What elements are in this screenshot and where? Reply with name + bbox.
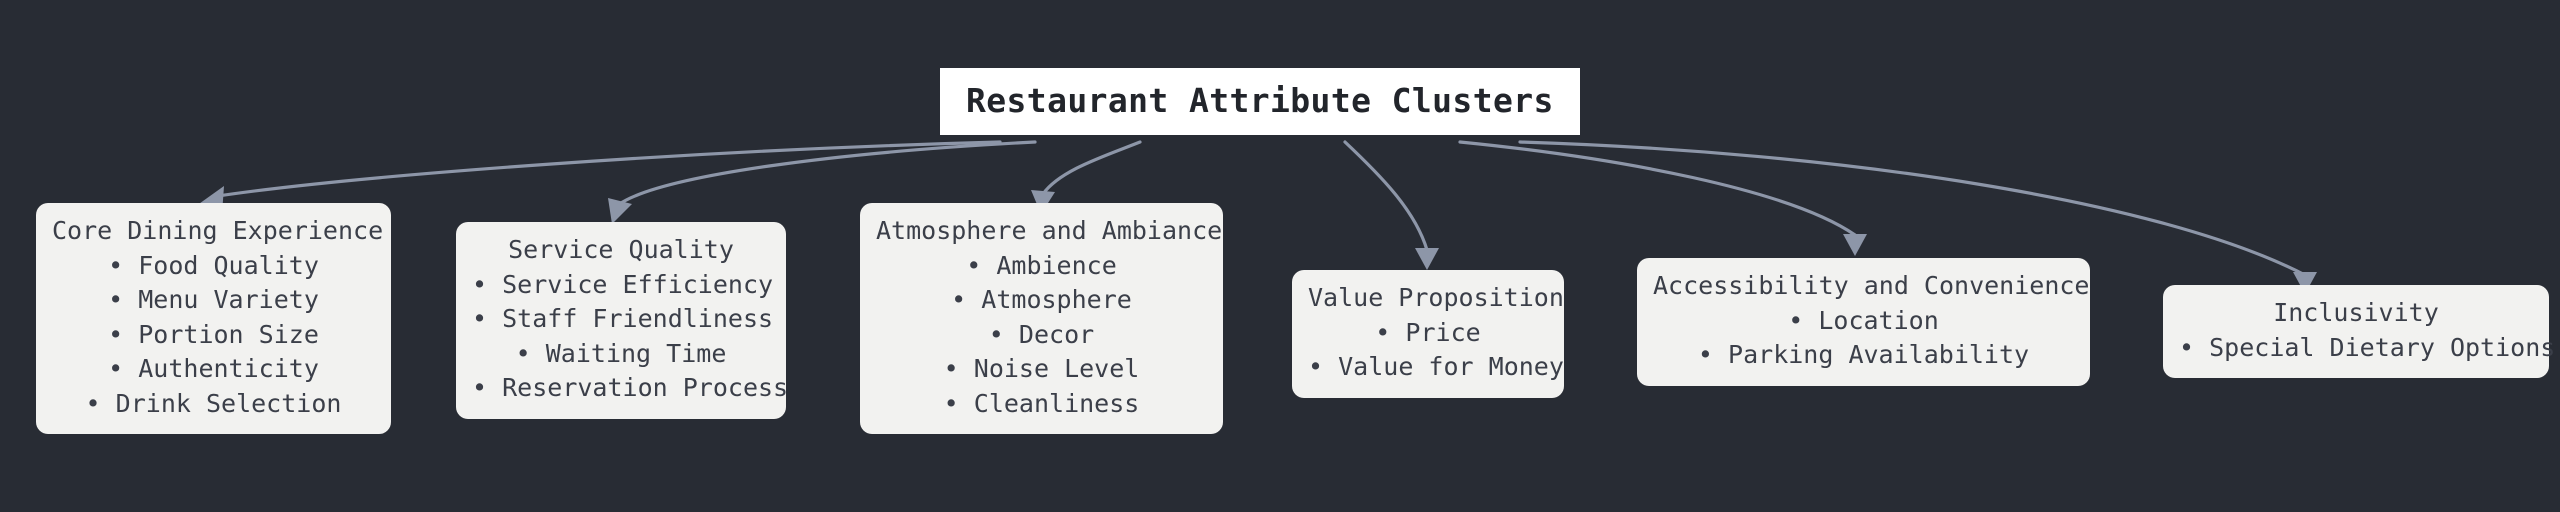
cluster-item: • Food Quality [108, 250, 319, 280]
cluster-node-accessibility-and-convenience[interactable]: Accessibility and Convenience • Location… [1637, 258, 2090, 386]
cluster-title: Accessibility and Convenience [1653, 271, 2090, 300]
cluster-node-service-quality[interactable]: Service Quality • Service Efficiency • S… [456, 222, 789, 419]
cluster-item: • Value for Money [1308, 352, 1564, 381]
cluster-node-atmosphere-and-ambiance[interactable]: Atmosphere and Ambiance • Ambience • Atm… [860, 203, 1223, 434]
root-node-label: Restaurant Attribute Clusters [966, 81, 1554, 120]
cluster-item: • Drink Selection [85, 388, 342, 418]
cluster-title: Value Proposition [1308, 283, 1564, 312]
cluster-item: • Noise Level [943, 354, 1140, 383]
cluster-item: • Staff Friendliness [472, 304, 774, 333]
cluster-item: • Portion Size [108, 319, 319, 349]
cluster-item: • Cleanliness [943, 388, 1140, 418]
cluster-node-inclusivity[interactable]: Inclusivity • Special Dietary Options [2163, 285, 2556, 378]
cluster-item: • Reservation Process [472, 373, 789, 402]
cluster-title: Core Dining Experience [52, 216, 384, 245]
edge-to-cluster-5 [1458, 140, 1867, 256]
cluster-item: • Parking Availability [1697, 340, 2030, 369]
cluster-item: • Authenticity [108, 354, 319, 383]
diagram-canvas: Restaurant Attribute Clusters Core Dinin… [0, 0, 2560, 512]
cluster-item: • Ambience [966, 250, 1117, 280]
cluster-node-core-dining-experience[interactable]: Core Dining Experience • Food Quality • … [36, 203, 391, 434]
cluster-item: • Location [1788, 305, 1939, 335]
edge-to-cluster-4 [1343, 140, 1439, 270]
cluster-node-value-proposition[interactable]: Value Proposition • Price • Value for Mo… [1292, 270, 1564, 398]
root-node[interactable]: Restaurant Attribute Clusters [940, 68, 1580, 135]
cluster-title: Atmosphere and Ambiance [876, 216, 1223, 245]
cluster-item: • Atmosphere [951, 285, 1132, 314]
cluster-title: Service Quality [508, 235, 734, 264]
cluster-item: • Menu Variety [108, 285, 319, 314]
cluster-item: • Waiting Time [515, 338, 727, 368]
cluster-item: • Special Dietary Options [2179, 332, 2556, 362]
cluster-title: Inclusivity [2273, 298, 2439, 327]
cluster-item: • Price [1375, 317, 1481, 347]
cluster-item: • Service Efficiency [472, 269, 774, 299]
cluster-item: • Decor [988, 319, 1095, 349]
